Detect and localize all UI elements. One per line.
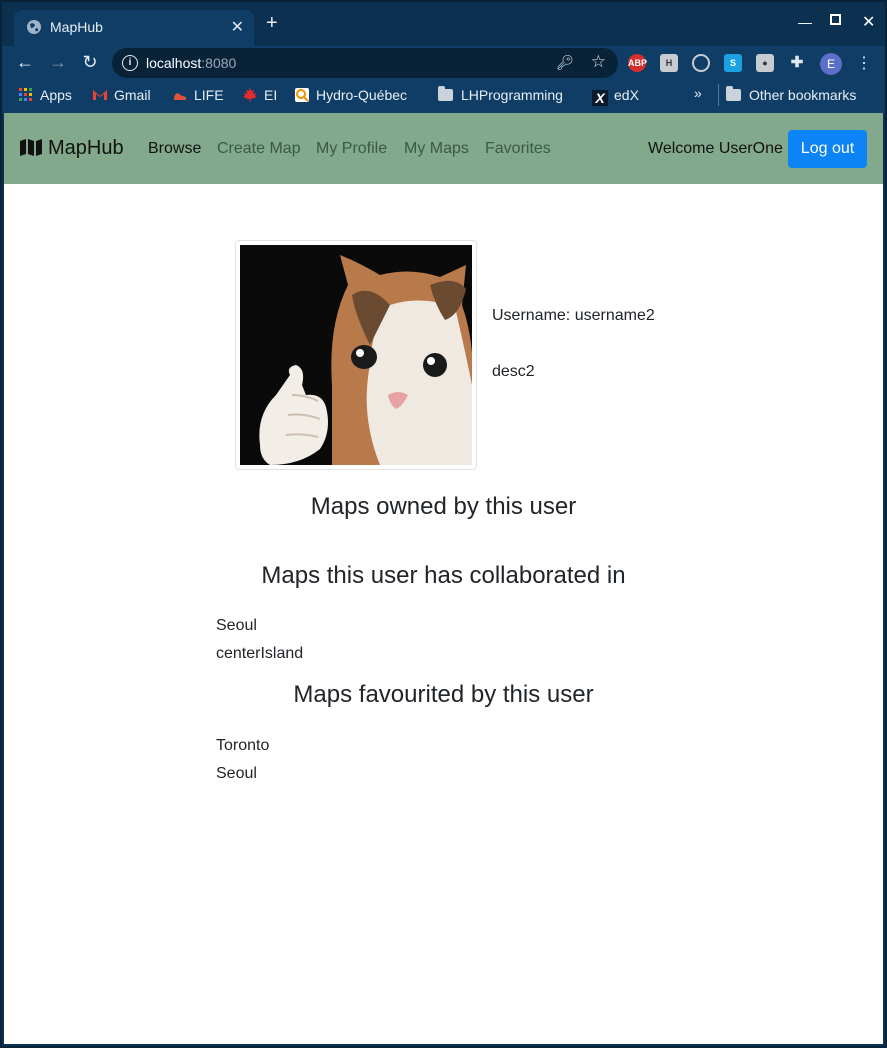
edx-icon: X	[592, 90, 608, 106]
cat-thumbs-up-image	[240, 245, 472, 465]
bookmark-apps[interactable]: Apps	[18, 87, 72, 103]
close-icon[interactable]: ✕	[231, 17, 244, 37]
key-icon[interactable]: 🔑︎	[556, 54, 574, 71]
bookmark-other[interactable]: Other bookmarks	[726, 86, 856, 103]
profile-description: desc2	[492, 363, 535, 380]
gmail-icon	[93, 90, 107, 100]
minimize-icon[interactable]: —	[798, 14, 812, 30]
logout-button[interactable]: Log out	[788, 130, 867, 168]
hydro-quebec-icon	[295, 88, 309, 102]
collab-maps-heading: Maps this user has collaborated in	[261, 562, 626, 589]
profile-image	[235, 240, 477, 470]
new-tab-icon[interactable]: +	[266, 13, 278, 33]
adblock-icon[interactable]: ABP	[628, 54, 647, 72]
nav-browse[interactable]: Browse	[148, 140, 201, 158]
bookmarks-divider	[718, 84, 719, 106]
apps-grid-icon	[19, 88, 32, 101]
bookmark-edx[interactable]: XedX	[592, 87, 639, 106]
url-text: localhost:8080	[146, 55, 237, 71]
owned-maps-heading: Maps owned by this user	[310, 493, 577, 520]
profile-username: Username: username2	[492, 307, 655, 324]
tab-strip: MapHub ✕ + — ✕	[2, 2, 885, 46]
forward-icon[interactable]: →	[47, 51, 69, 73]
nav-my-profile[interactable]: My Profile	[316, 140, 387, 158]
collab-map-item[interactable]: Seoul	[216, 617, 257, 635]
maple-leaf-icon	[243, 88, 257, 102]
fav-map-item[interactable]: Toronto	[216, 737, 269, 755]
extension-square-icon[interactable]: ●	[756, 54, 774, 72]
globe-extension-icon[interactable]	[692, 54, 710, 72]
nav-my-maps[interactable]: My Maps	[404, 140, 469, 158]
fav-map-item[interactable]: Seoul	[216, 765, 257, 783]
bookmark-hydro-quebec[interactable]: Hydro-Québec	[294, 87, 407, 103]
globe-icon	[27, 20, 41, 34]
browser-window: MapHub ✕ + — ✕ ← → ↻ i localhost:8080 🔑︎…	[0, 0, 887, 1048]
bookmark-ei[interactable]: EI	[242, 87, 277, 103]
shoe-icon	[174, 93, 186, 100]
folder-icon	[726, 86, 741, 101]
bookmark-lhprogramming[interactable]: LHProgramming	[438, 86, 563, 103]
profile-avatar[interactable]: E	[820, 53, 842, 75]
bookmark-gmail[interactable]: Gmail	[92, 87, 151, 103]
browser-toolbar: ← → ↻ i localhost:8080 🔑︎ ☆ ABP H S ● ✚ …	[2, 46, 885, 80]
map-icon	[20, 139, 42, 156]
page-content: MapHub Browse Create Map My Profile My M…	[4, 113, 883, 1044]
tab-title: MapHub	[50, 19, 103, 35]
site-navbar: MapHub Browse Create Map My Profile My M…	[4, 113, 883, 184]
menu-icon[interactable]: ⋮	[856, 53, 872, 73]
bookmarks-overflow-icon[interactable]: »	[694, 85, 702, 101]
welcome-text: Welcome UserOne	[648, 140, 783, 157]
bookmarks-bar: Apps Gmail LIFE EI Hydro-Québec LHProgra…	[2, 80, 885, 113]
collab-map-item[interactable]: centerIsland	[216, 645, 303, 663]
close-window-icon[interactable]: ✕	[862, 12, 875, 32]
info-icon[interactable]: i	[122, 55, 138, 71]
nav-create-map[interactable]: Create Map	[217, 140, 301, 158]
address-bar[interactable]: i localhost:8080 🔑︎ ☆	[112, 48, 618, 78]
browser-tab[interactable]: MapHub ✕	[14, 10, 254, 46]
skype-icon[interactable]: S	[724, 54, 742, 72]
reload-icon[interactable]: ↻	[79, 51, 101, 73]
extension-h-icon[interactable]: H	[660, 54, 678, 72]
star-icon[interactable]: ☆	[591, 52, 606, 72]
bookmark-life[interactable]: LIFE	[172, 87, 224, 103]
brand-link[interactable]: MapHub	[20, 137, 124, 160]
folder-icon	[438, 86, 453, 101]
maximize-icon[interactable]	[830, 12, 841, 28]
nav-favorites[interactable]: Favorites	[485, 140, 551, 158]
back-icon[interactable]: ←	[14, 51, 36, 73]
puzzle-icon[interactable]: ✚	[788, 54, 806, 72]
fav-maps-heading: Maps favourited by this user	[293, 681, 594, 708]
